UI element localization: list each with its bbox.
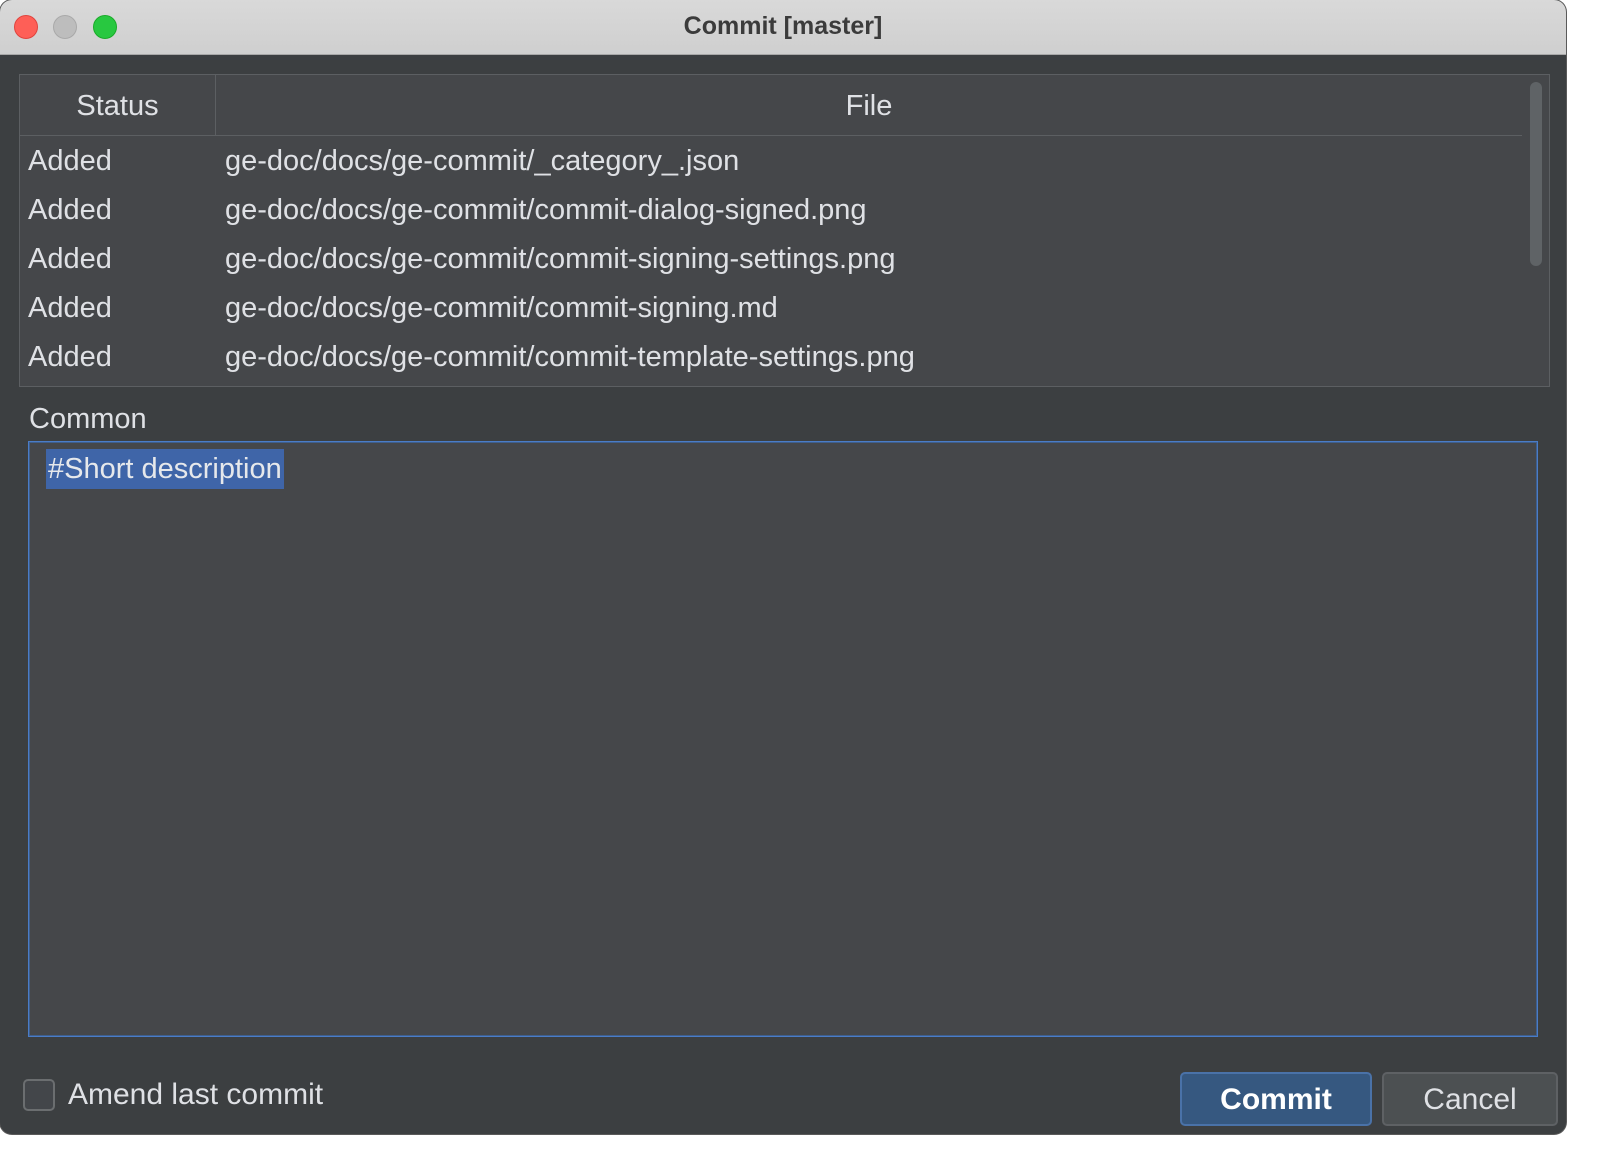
file-status: Added	[28, 145, 112, 177]
file-status: Added	[28, 194, 112, 226]
commit-message-label: Common	[29, 403, 147, 435]
table-row[interactable]: Added ge-doc/docs/ge-commit/commit-signi…	[20, 234, 1522, 283]
table-row[interactable]: Added ge-doc/docs/ge-commit/commit-templ…	[20, 332, 1522, 381]
file-path: ge-doc/docs/ge-commit/commit-template-se…	[225, 341, 915, 373]
amend-label[interactable]: Amend last commit	[68, 1078, 323, 1112]
commit-dialog: Commit [master] Status File Added ge-doc…	[0, 0, 1566, 1134]
amend-last-commit-option[interactable]: Amend last commit	[23, 1077, 323, 1113]
table-row[interactable]: Added ge-doc/docs/ge-commit/commit-signi…	[20, 283, 1522, 332]
vertical-scrollbar[interactable]	[1523, 75, 1549, 386]
table-body: Added ge-doc/docs/ge-commit/_category_.j…	[20, 136, 1522, 381]
commit-button[interactable]: Commit	[1180, 1072, 1372, 1126]
column-header-status[interactable]: Status	[20, 75, 216, 135]
file-path: ge-doc/docs/ge-commit/commit-signing-set…	[225, 243, 896, 275]
file-status: Added	[28, 341, 112, 373]
table-header: Status File	[20, 75, 1522, 136]
amend-checkbox[interactable]	[23, 1079, 55, 1111]
file-status: Added	[28, 243, 112, 275]
file-path: ge-doc/docs/ge-commit/commit-dialog-sign…	[225, 194, 867, 226]
title-bar[interactable]: Commit [master]	[0, 0, 1566, 55]
changed-files-table[interactable]: Status File Added ge-doc/docs/ge-commit/…	[19, 74, 1550, 387]
commit-message-editor[interactable]: #Short description	[28, 441, 1538, 1037]
commit-message-text[interactable]: #Short description	[46, 449, 284, 489]
scrollbar-thumb[interactable]	[1530, 82, 1542, 266]
column-header-file[interactable]: File	[216, 75, 1522, 135]
cancel-button[interactable]: Cancel	[1382, 1072, 1558, 1126]
window-title: Commit [master]	[683, 12, 883, 40]
table-row[interactable]: Added ge-doc/docs/ge-commit/commit-dialo…	[20, 185, 1522, 234]
table-row[interactable]: Added ge-doc/docs/ge-commit/_category_.j…	[20, 136, 1522, 185]
file-status: Added	[28, 292, 112, 324]
file-path: ge-doc/docs/ge-commit/_category_.json	[225, 145, 740, 177]
file-path: ge-doc/docs/ge-commit/commit-signing.md	[225, 292, 778, 324]
